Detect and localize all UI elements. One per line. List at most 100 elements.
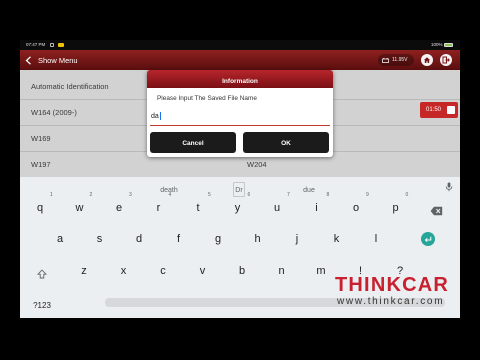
- chevron-left-icon: [25, 55, 32, 65]
- key-label: o: [352, 202, 360, 214]
- dialog-header: Information: [147, 70, 333, 88]
- cancel-button[interactable]: Cancel: [150, 132, 236, 153]
- key-label: i: [315, 202, 318, 214]
- key-q[interactable]: q1: [28, 192, 53, 215]
- key-g[interactable]: g: [206, 232, 230, 246]
- file-name-input[interactable]: da: [150, 109, 330, 126]
- key-label: m: [316, 265, 326, 277]
- list-item-label: W164 (2009-): [31, 108, 77, 117]
- suggestion-text: due: [303, 187, 315, 194]
- key-label: z: [81, 265, 87, 277]
- key-a[interactable]: a: [48, 232, 72, 246]
- key-b[interactable]: b: [230, 264, 254, 278]
- battery-percent: 100%: [431, 42, 443, 47]
- key-hint: 6: [247, 192, 251, 198]
- key-label: c: [160, 265, 166, 277]
- dialog-prompt: Please Input The Saved File Name: [157, 94, 257, 102]
- key-c[interactable]: c: [151, 264, 175, 278]
- backspace-icon[interactable]: [430, 203, 443, 216]
- key-n[interactable]: n: [270, 264, 294, 278]
- voltage-value: 11.95V: [392, 57, 408, 63]
- key-h[interactable]: h: [246, 232, 270, 246]
- key-label: s: [96, 233, 103, 245]
- key-label: k: [333, 233, 340, 245]
- shift-icon[interactable]: [36, 266, 48, 279]
- home-button[interactable]: [421, 54, 433, 66]
- back-button[interactable]: Show Menu: [25, 50, 78, 70]
- key-label: b: [238, 265, 246, 277]
- suggestion-item[interactable]: death: [149, 179, 189, 194]
- enter-key[interactable]: [421, 232, 435, 246]
- voltage-indicator: 11.95V: [378, 54, 414, 66]
- key-hint: 7: [287, 192, 290, 198]
- key-label: n: [278, 265, 285, 277]
- key-hint: 4: [168, 192, 172, 198]
- key-j[interactable]: j: [285, 232, 309, 246]
- key-v[interactable]: v: [191, 264, 215, 278]
- key-label: d: [135, 233, 143, 245]
- key-label: p: [392, 202, 399, 214]
- microphone-icon[interactable]: [445, 179, 453, 192]
- key-label: e: [115, 202, 123, 214]
- key-label: y: [234, 202, 241, 214]
- key-hint: 0: [405, 192, 409, 198]
- symbols-key-label: ?123: [33, 301, 51, 310]
- key-label: l: [374, 233, 378, 245]
- key-f[interactable]: f: [167, 232, 191, 246]
- key-y[interactable]: y6: [226, 192, 251, 215]
- file-name-value: da: [151, 113, 159, 120]
- key-label: t: [196, 202, 200, 214]
- key-label: r: [156, 202, 161, 214]
- watermark-url: www.thinkcar.com: [337, 296, 445, 307]
- list-item-w197[interactable]: W197: [31, 152, 51, 178]
- timer-value: 01:50: [426, 107, 442, 113]
- key-p[interactable]: p0: [384, 192, 408, 215]
- key-hint: 2: [89, 192, 93, 198]
- thinkcar-logo: THINKCAR: [335, 274, 450, 296]
- key-hint: 9: [366, 192, 369, 198]
- key-o[interactable]: o9: [344, 192, 369, 215]
- dialog-title: Information: [222, 78, 258, 85]
- suggestion-highlight: Dr: [233, 182, 245, 197]
- timer-badge[interactable]: 01:50: [420, 102, 458, 118]
- battery-fill: [445, 44, 452, 46]
- battery-icon: [444, 43, 453, 47]
- key-label: a: [56, 233, 64, 245]
- key-w[interactable]: w2: [68, 192, 93, 215]
- key-k[interactable]: k: [325, 232, 349, 246]
- ok-button[interactable]: OK: [243, 132, 329, 153]
- key-hint: 5: [208, 192, 211, 198]
- symbols-key[interactable]: ?123: [26, 295, 58, 310]
- home-icon: [423, 51, 431, 69]
- key-label: f: [176, 233, 181, 245]
- key-s[interactable]: s: [88, 232, 112, 246]
- key-l[interactable]: l: [364, 232, 388, 246]
- key-label: x: [120, 265, 127, 277]
- key-i[interactable]: i8: [305, 192, 329, 215]
- suggestion-item[interactable]: due: [289, 179, 329, 194]
- text-cursor: [160, 112, 161, 120]
- status-time: 07:47 PM: [26, 42, 46, 47]
- key-label: q: [36, 202, 44, 214]
- cancel-label: Cancel: [182, 140, 204, 147]
- key-u[interactable]: u7: [265, 192, 290, 215]
- key-e[interactable]: e3: [107, 192, 132, 215]
- suggestion-text: Dr: [235, 187, 243, 194]
- key-x[interactable]: x: [112, 264, 136, 278]
- key-m[interactable]: m: [309, 264, 333, 278]
- notification-icon: [50, 43, 54, 47]
- suggestion-item[interactable]: Dr: [219, 179, 259, 197]
- key-hint: 3: [129, 192, 132, 198]
- key-r[interactable]: r4: [147, 192, 172, 215]
- key-z[interactable]: z: [72, 264, 96, 278]
- key-label: h: [254, 233, 261, 245]
- exit-button[interactable]: [440, 54, 452, 66]
- key-d[interactable]: d: [127, 232, 151, 246]
- exit-icon: [442, 51, 450, 69]
- stop-square-icon: [447, 106, 455, 114]
- status-bar: 07:47 PM 100%: [20, 40, 460, 50]
- ok-label: OK: [281, 140, 291, 147]
- key-t[interactable]: t5: [186, 192, 210, 215]
- key-label: v: [199, 265, 206, 277]
- key-label: w: [75, 202, 84, 214]
